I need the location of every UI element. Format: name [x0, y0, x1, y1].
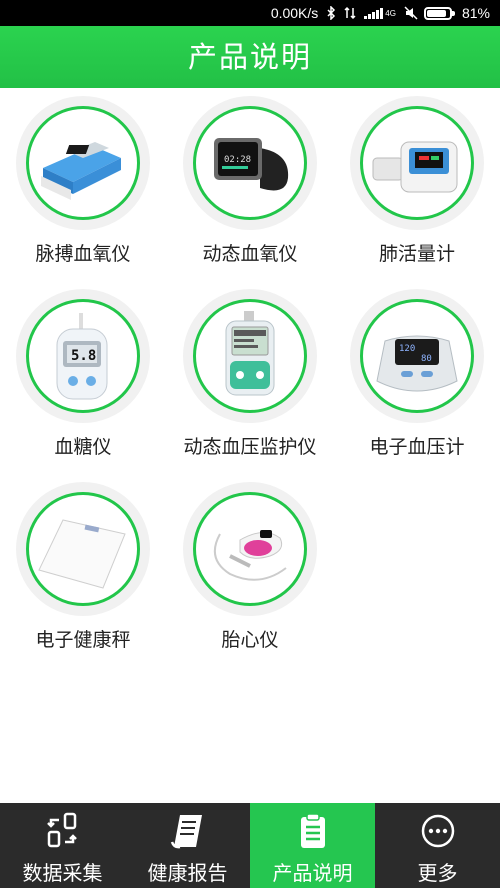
- oximeter-watch-icon: 02:28: [214, 138, 289, 191]
- svg-text:120: 120: [399, 344, 415, 354]
- tab-more[interactable]: 更多: [375, 803, 500, 888]
- product-fetal-doppler[interactable]: 胎心仪: [167, 482, 333, 653]
- product-image-frame: [16, 96, 150, 230]
- product-image-frame: [183, 289, 317, 423]
- product-label: 胎心仪: [221, 629, 279, 651]
- network-speed: 0.00K/s: [270, 5, 319, 21]
- data-collect-icon: [43, 811, 83, 851]
- product-ambulatory-bp-monitor[interactable]: 动态血压监护仪: [167, 289, 333, 460]
- network-type-badge: 4G: [385, 8, 396, 18]
- product-image-frame: [350, 96, 484, 230]
- tab-label: 健康报告: [147, 861, 228, 885]
- product-label: 脉搏血氧仪: [35, 243, 131, 265]
- tab-label: 更多: [417, 861, 458, 885]
- svg-text:02:28: 02:28: [224, 155, 251, 165]
- battery-percent: 81%: [461, 5, 490, 21]
- scale-icon: [38, 519, 126, 589]
- product-label: 电子健康秤: [35, 629, 131, 651]
- product-spirometer[interactable]: 肺活量计: [334, 96, 500, 267]
- bp-monitor-icon: [225, 311, 275, 396]
- fetal-doppler-icon: [213, 530, 287, 581]
- clipboard-icon: [293, 811, 333, 851]
- svg-text:5.8: 5.8: [71, 348, 96, 364]
- tab-product-info[interactable]: 产品说明: [250, 803, 375, 888]
- product-image-frame: [16, 482, 150, 616]
- battery-icon: [423, 6, 455, 20]
- product-label: 电子血压计: [369, 436, 465, 458]
- signal-icon: 4G: [364, 6, 396, 20]
- data-transfer-icon: [344, 6, 356, 20]
- product-label: 肺活量计: [378, 243, 455, 265]
- product-label: 动态血氧仪: [202, 243, 298, 265]
- product-electronic-bp-meter[interactable]: 120 80 电子血压计: [334, 289, 500, 460]
- svg-text:80: 80: [421, 354, 432, 364]
- more-icon: [418, 811, 458, 851]
- tab-label: 产品说明: [272, 861, 353, 885]
- product-label: 血糖仪: [54, 436, 112, 458]
- report-icon: [168, 811, 208, 851]
- pulse-oximeter-icon: [41, 142, 121, 200]
- blood-pressure-meter-icon: 120 80: [376, 335, 458, 392]
- page-title: 产品说明: [0, 26, 500, 88]
- product-pulse-oximeter[interactable]: 脉搏血氧仪: [0, 96, 166, 267]
- spirometer-icon: [372, 141, 458, 193]
- product-health-scale[interactable]: 电子健康秤: [0, 482, 166, 653]
- bottom-tab-bar: 数据采集 健康报告 产品说明 更多: [0, 803, 500, 888]
- tab-label: 数据采集: [22, 861, 103, 885]
- product-image-frame: 5.8: [16, 289, 150, 423]
- product-image-frame: 02:28: [183, 96, 317, 230]
- product-image-frame: [183, 482, 317, 616]
- product-glucose-meter[interactable]: 5.8 血糖仪: [0, 289, 166, 460]
- product-label: 动态血压监护仪: [183, 436, 317, 458]
- bluetooth-icon: [326, 6, 336, 20]
- tab-data-collection[interactable]: 数据采集: [0, 803, 125, 888]
- mute-icon: [404, 6, 418, 20]
- glucose-meter-icon: 5.8: [56, 313, 108, 400]
- status-bar: 0.00K/s 4G 81%: [0, 0, 500, 26]
- product-dynamic-oximeter[interactable]: 02:28 动态血氧仪: [167, 96, 333, 267]
- tab-health-report[interactable]: 健康报告: [125, 803, 250, 888]
- product-image-frame: 120 80: [350, 289, 484, 423]
